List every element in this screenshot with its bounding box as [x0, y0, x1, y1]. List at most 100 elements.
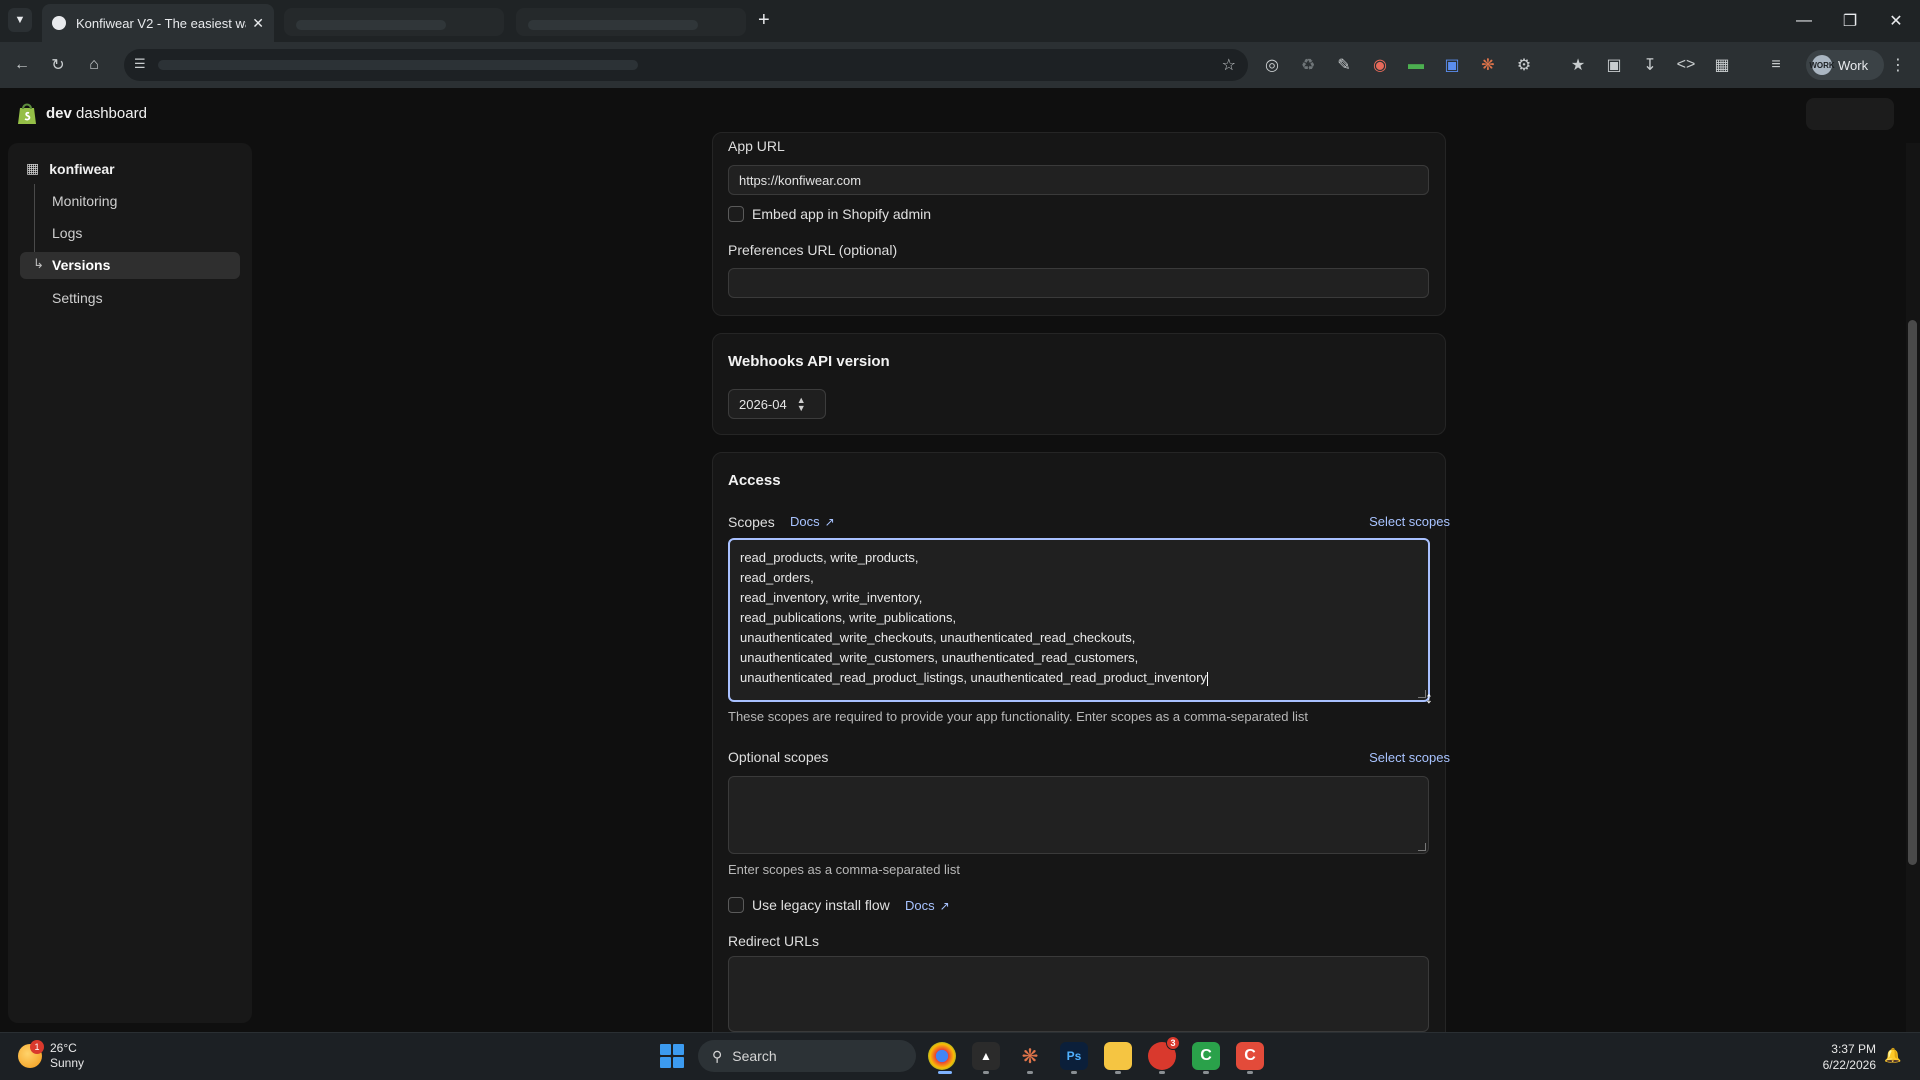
search-icon: ⚲ — [712, 1047, 723, 1064]
redirect-urls-textarea[interactable] — [728, 956, 1429, 1032]
favorites-icon[interactable]: ★ — [1564, 51, 1592, 79]
sidebar-item-logs[interactable]: Logs — [52, 225, 82, 241]
app-url-label: App URL — [728, 138, 785, 154]
resize-cursor-icon: ↕ — [1425, 690, 1433, 707]
sidebar-item-monitoring[interactable]: Monitoring — [52, 193, 117, 209]
close-tab-icon[interactable]: ✕ — [252, 15, 264, 32]
close-window-icon[interactable]: ✕ — [1876, 8, 1916, 34]
search-label: Search — [732, 1048, 777, 1064]
embed-app-label: Embed app in Shopify admin — [752, 206, 931, 222]
running-indicator — [1159, 1071, 1165, 1074]
embed-app-checkbox[interactable] — [728, 206, 744, 222]
reload-icon[interactable]: ↻ — [44, 51, 72, 79]
scopes-label: Scopes — [728, 514, 775, 530]
brand-rest: dashboard — [71, 104, 147, 122]
weather-widget[interactable]: 1 26°C Sunny — [18, 1040, 85, 1071]
bookmark-star-icon[interactable]: ☆ — [1222, 55, 1236, 75]
extension-translate-icon[interactable]: ▣ — [1438, 51, 1466, 79]
extension-circle-icon[interactable]: ◉ — [1366, 51, 1394, 79]
scopes-textarea[interactable]: read_products, write_products, read_orde… — [728, 538, 1430, 702]
back-icon[interactable]: ← — [8, 51, 36, 79]
extension-burst-icon[interactable]: ❋ — [1474, 51, 1502, 79]
minimize-icon[interactable]: — — [1784, 8, 1824, 34]
access-title: Access — [728, 472, 781, 489]
app-url-input[interactable]: https://konfiwear.com — [728, 165, 1429, 195]
photoshop-app-icon[interactable]: Ps — [1060, 1042, 1088, 1070]
terminal-app-icon[interactable]: ▲ — [972, 1042, 1000, 1070]
running-indicator — [1027, 1071, 1033, 1074]
brand-bold: dev — [46, 104, 72, 122]
notification-bell-icon[interactable]: 🔔 — [1884, 1047, 1901, 1064]
profile-label: Work — [1838, 57, 1869, 73]
brand[interactable]: dev dashboard — [16, 101, 147, 125]
legacy-docs-label: Docs — [905, 898, 935, 913]
optional-select-scopes-link[interactable]: Select scopes — [1330, 750, 1450, 765]
scopes-docs-label: Docs — [790, 514, 820, 529]
legacy-install-checkbox[interactable] — [728, 897, 744, 913]
clock-date: 6/22/2026 — [1822, 1058, 1876, 1072]
extension-battery-icon[interactable]: ▬ — [1402, 51, 1430, 79]
camtasia-app-icon[interactable]: C — [1192, 1042, 1220, 1070]
running-indicator — [983, 1071, 989, 1074]
text-caret — [1206, 671, 1208, 686]
select-scopes-link[interactable]: Select scopes — [1330, 514, 1450, 529]
external-link-icon: ↗ — [824, 514, 835, 529]
mail-app-icon[interactable]: 3 — [1148, 1036, 1180, 1070]
scope-line: unauthenticated_read_product_listings, u… — [740, 670, 1208, 686]
site-settings-icon[interactable]: ☰ — [134, 56, 146, 72]
webhooks-version-value: 2026-04 — [739, 396, 787, 412]
browser-tab-blurred[interactable] — [516, 8, 746, 36]
legacy-install-label: Use legacy install flow — [752, 897, 890, 913]
running-indicator — [1071, 1071, 1077, 1074]
select-updown-icon: ▲ ▼ — [796, 395, 806, 413]
download-icon[interactable]: ↧ — [1636, 51, 1664, 79]
extension-recycle-icon[interactable]: ♻ — [1294, 51, 1322, 79]
home-icon[interactable]: ⌂ — [80, 51, 108, 79]
browser-tab-active[interactable]: Konfiwear V2 - The easiest way ✕ — [42, 4, 274, 42]
devtools-code-icon[interactable]: <> — [1672, 51, 1700, 79]
claude-app-icon[interactable]: ❋ — [1016, 1042, 1044, 1070]
tab-list-chevron-icon[interactable]: ▼ — [8, 8, 32, 32]
scopes-docs-link[interactable]: Docs ↗ — [790, 514, 835, 529]
webhooks-version-select[interactable]: 2026-04 ▲ ▼ — [728, 389, 826, 419]
browser-tab-blurred[interactable] — [284, 8, 504, 36]
page-scrollbar-thumb[interactable] — [1908, 320, 1917, 865]
url-text-blurred — [158, 60, 638, 70]
sun-icon: 1 — [18, 1040, 44, 1068]
translate-icon[interactable]: ▦ — [1708, 51, 1736, 79]
scope-line: unauthenticated_write_customers, unauthe… — [740, 650, 1139, 665]
legacy-docs-link[interactable]: Docs ↗ — [905, 898, 950, 913]
reading-list-icon[interactable]: ≡ — [1762, 51, 1790, 79]
sidebar-store[interactable]: ▦ konfiwear — [26, 160, 115, 177]
scope-line: read_publications, write_publications, — [740, 610, 957, 625]
extension-pen-icon[interactable]: ✎ — [1330, 51, 1358, 79]
scope-line: unauthenticated_write_checkouts, unauthe… — [740, 630, 1136, 645]
avatar: WORK — [1809, 55, 1835, 75]
address-bar[interactable]: ☰ ☆ — [124, 49, 1248, 81]
webhooks-card — [712, 333, 1446, 435]
header-account-button[interactable] — [1806, 98, 1894, 130]
apps-grid-icon: ▦ — [26, 160, 40, 176]
extension-target-icon[interactable]: ◎ — [1258, 51, 1286, 79]
scopes-help-text: These scopes are required to provide you… — [728, 709, 1309, 724]
screenshot-icon[interactable]: ▣ — [1600, 51, 1628, 79]
textarea-resize-handle[interactable] — [1418, 843, 1426, 851]
new-tab-icon[interactable]: + — [758, 9, 770, 32]
mail-badge: 3 — [1166, 1036, 1180, 1050]
scope-line: read_products, write_products, — [740, 550, 919, 565]
sidebar-item-settings[interactable]: Settings — [52, 290, 103, 306]
restore-icon[interactable]: ❐ — [1830, 8, 1870, 34]
recorder-app-icon[interactable]: C — [1236, 1042, 1264, 1070]
preferences-url-input[interactable] — [728, 268, 1429, 298]
system-clock[interactable]: 3:37 PM 6/22/2026 — [1812, 1041, 1876, 1073]
extensions-puzzle-icon[interactable]: ⚙ — [1510, 51, 1538, 79]
profile-button[interactable]: WORK Work — [1806, 50, 1884, 80]
windows-start-icon[interactable] — [660, 1044, 684, 1068]
running-indicator — [1115, 1071, 1121, 1074]
optional-scopes-textarea[interactable] — [728, 776, 1429, 854]
file-explorer-icon[interactable] — [1104, 1042, 1132, 1070]
weather-condition: Sunny — [50, 1056, 85, 1070]
taskbar-search[interactable]: ⚲ Search — [698, 1040, 916, 1072]
browser-menu-icon[interactable]: ⋮ — [1884, 51, 1912, 79]
chrome-app-icon[interactable] — [928, 1042, 956, 1070]
